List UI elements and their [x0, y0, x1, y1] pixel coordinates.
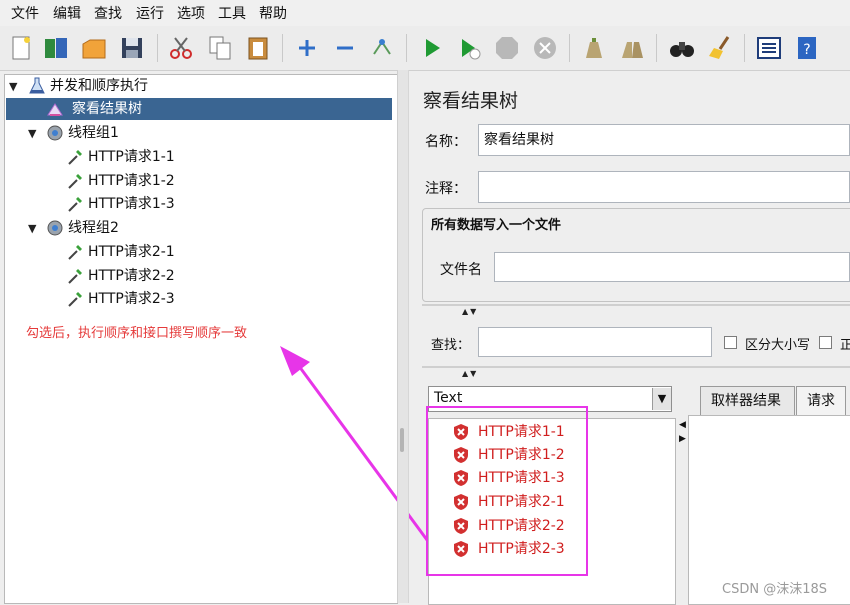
comment-input[interactable]: [478, 171, 850, 203]
search-input[interactable]: [478, 327, 712, 357]
collapse-toggle-group1[interactable]: ▼: [28, 127, 36, 140]
dropper-icon: [68, 174, 82, 189]
dropper-icon: [68, 197, 82, 212]
regex-checkbox[interactable]: [819, 336, 832, 349]
comment-label: 注释：: [425, 181, 467, 197]
file-group-title: 所有数据写入一个文件: [431, 218, 562, 233]
function-helper-icon[interactable]: [755, 34, 783, 62]
collapse-icon[interactable]: [331, 34, 359, 62]
tree-node-http-2-3[interactable]: HTTP请求2-3: [66, 288, 346, 310]
stop-icon[interactable]: [493, 34, 521, 62]
case-sensitive-checkbox[interactable]: [724, 336, 737, 349]
pane-splitter[interactable]: [397, 70, 409, 603]
tree-node-http-1-3[interactable]: HTTP请求1-3: [66, 193, 346, 215]
menu-bar: 文件 编辑 查找 运行 选项 工具 帮助: [0, 0, 850, 26]
collapse-toggle-group2[interactable]: ▼: [28, 222, 36, 235]
listener-icon: [47, 103, 63, 116]
panel-title: 察看结果树: [423, 90, 519, 112]
collapse-right-icon[interactable]: ▶: [679, 434, 686, 444]
clear-all-icon[interactable]: [618, 34, 646, 62]
start-icon[interactable]: [418, 34, 446, 62]
start-no-pause-icon[interactable]: [455, 34, 483, 62]
dropper-icon: [68, 292, 82, 307]
paste-icon[interactable]: [244, 34, 272, 62]
tree-node-http-1-2[interactable]: HTTP请求1-2: [66, 170, 346, 192]
dropper-icon: [68, 269, 82, 284]
menu-tools[interactable]: 工具: [218, 3, 246, 23]
gear-icon: [47, 125, 63, 141]
search-label: 查找：: [431, 338, 471, 353]
templates-icon[interactable]: [42, 34, 70, 62]
name-input[interactable]: 察看结果树: [478, 124, 850, 156]
copy-icon[interactable]: [206, 34, 234, 62]
clear-icon[interactable]: [580, 34, 608, 62]
shutdown-icon[interactable]: [531, 34, 559, 62]
tree-node-thread-group-2[interactable]: 线程组2: [46, 217, 346, 239]
file-name-input[interactable]: [494, 252, 850, 282]
collapse-left-icon[interactable]: ◀: [679, 420, 686, 430]
highlight-box: [426, 406, 588, 576]
dropper-icon: [68, 150, 82, 165]
renderer-select-value: Text: [434, 390, 463, 406]
tree-node-http-1-1[interactable]: HTTP请求1-1: [66, 146, 346, 168]
gear-icon: [47, 220, 63, 236]
collapse-toggle-root[interactable]: ▼: [9, 80, 17, 93]
menu-edit[interactable]: 编辑: [53, 3, 81, 23]
save-icon[interactable]: [118, 34, 146, 62]
case-sensitive-label: 区分大小写: [745, 338, 811, 353]
help-icon[interactable]: ?: [793, 34, 821, 62]
binoculars-icon[interactable]: [668, 34, 696, 62]
broom-icon[interactable]: [706, 34, 734, 62]
expand-icon[interactable]: [293, 34, 321, 62]
result-detail-pane: [688, 415, 850, 605]
menu-run[interactable]: 运行: [136, 3, 164, 23]
chevron-down-icon[interactable]: ▼: [652, 388, 671, 410]
menu-file[interactable]: 文件: [11, 3, 39, 23]
splitter-grip[interactable]: [400, 428, 404, 452]
tree-node-http-2-2[interactable]: HTTP请求2-2: [66, 265, 346, 287]
flask-icon: [29, 77, 45, 94]
new-file-icon[interactable]: [7, 34, 35, 62]
menu-search[interactable]: 查找: [94, 3, 122, 23]
menu-help[interactable]: 帮助: [259, 3, 287, 23]
tree-node-thread-group-1[interactable]: 线程组1: [46, 122, 346, 144]
menu-options[interactable]: 选项: [177, 3, 205, 23]
open-icon[interactable]: [80, 34, 108, 62]
divider-arrows-icon[interactable]: ▲▼: [462, 307, 478, 316]
name-label: 名称：: [425, 134, 467, 150]
divider-arrows-icon-2[interactable]: ▲▼: [462, 369, 478, 378]
tree-node-view-results-tree[interactable]: 察看结果树: [6, 98, 392, 120]
tab-request[interactable]: 请求: [796, 386, 846, 416]
tree-node-http-2-1[interactable]: HTTP请求2-1: [66, 241, 346, 263]
toggle-icon[interactable]: [368, 34, 396, 62]
annotation-text: 勾选后，执行顺序和接口撰写顺序一致: [26, 326, 248, 341]
dropper-icon: [68, 245, 82, 260]
regex-label: 正: [840, 338, 850, 353]
tree-node-test-plan[interactable]: 并发和顺序执行: [28, 75, 388, 97]
toolbar: ?: [0, 26, 850, 71]
cut-icon[interactable]: [167, 34, 195, 62]
file-name-label: 文件名: [440, 262, 482, 278]
watermark: CSDN @沫沫18S: [722, 582, 827, 597]
svg-text:?: ?: [803, 42, 810, 58]
tab-sampler-result[interactable]: 取样器结果: [700, 386, 795, 416]
